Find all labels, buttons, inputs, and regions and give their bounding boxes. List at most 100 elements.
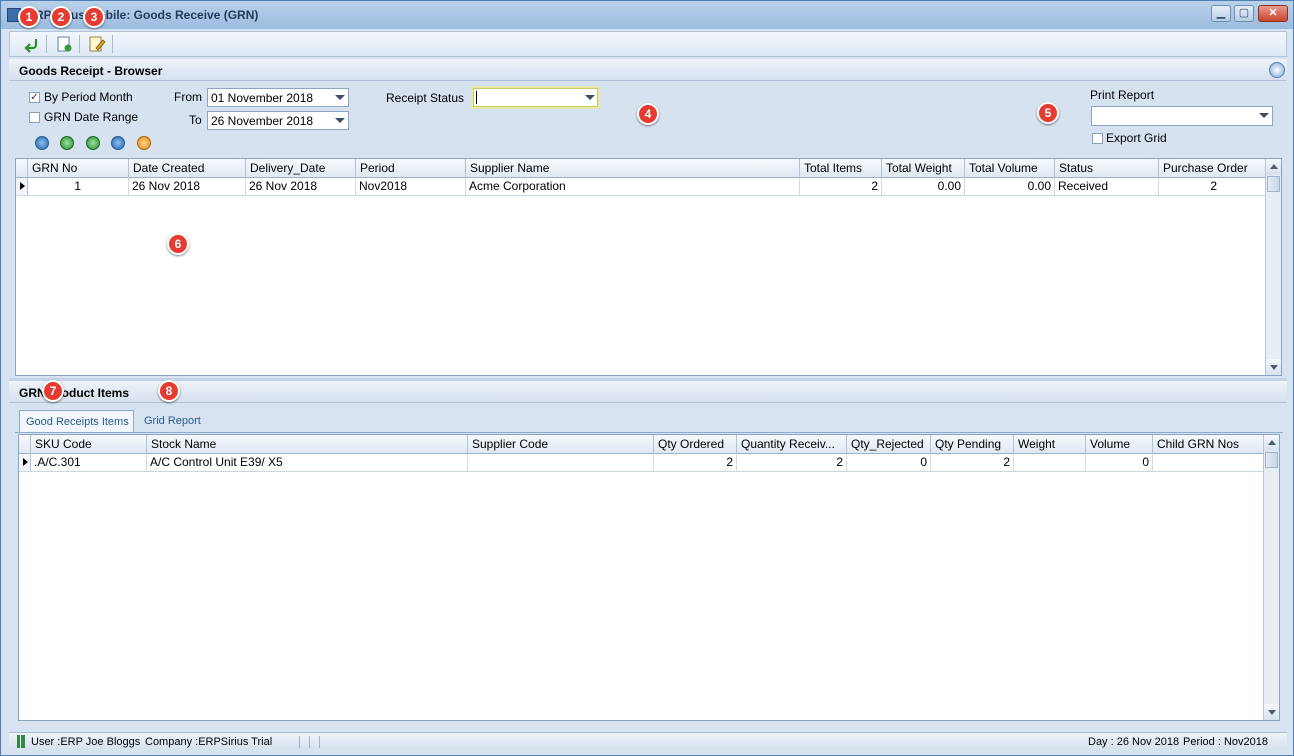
by-period-month-checkbox[interactable]: ✓ [29, 92, 40, 103]
grn-date-range-label: GRN Date Range [44, 110, 139, 124]
grn-grid[interactable]: GRN No Date Created Delivery_Date Period… [15, 158, 1282, 376]
row-indicator-icon [19, 454, 31, 471]
col-date-created[interactable]: Date Created [129, 159, 246, 178]
cell-qty-pending[interactable]: 2 [931, 454, 1014, 471]
edit-document-button[interactable] [87, 35, 107, 53]
row-indicator-icon [16, 178, 28, 195]
cell-status[interactable]: Received [1055, 178, 1159, 195]
scroll-thumb[interactable] [1267, 176, 1280, 192]
toolbar-separator [79, 35, 80, 53]
col-sku-code[interactable]: SKU Code [31, 435, 147, 454]
scroll-up-icon[interactable] [1266, 159, 1281, 175]
col-child-grn-nos[interactable]: Child GRN Nos [1153, 435, 1264, 454]
status-divider [319, 736, 320, 748]
last-record-icon[interactable] [111, 136, 125, 150]
collapse-icon[interactable] [1269, 62, 1285, 78]
col-qty-pending[interactable]: Qty Pending [931, 435, 1014, 454]
cell-child-grn-nos[interactable] [1153, 454, 1264, 471]
scroll-thumb[interactable] [1265, 452, 1278, 468]
from-date-combo[interactable]: 01 November 2018 [207, 88, 349, 107]
col-qty-rejected[interactable]: Qty_Rejected [847, 435, 931, 454]
col-stock-name[interactable]: Stock Name [147, 435, 468, 454]
export-grid-label: Export Grid [1106, 131, 1167, 145]
cell-total-weight[interactable]: 0.00 [882, 178, 965, 195]
cell-delivery-date[interactable]: 26 Nov 2018 [246, 178, 356, 195]
items-tabs: Good Receipts Items Grid Report [15, 408, 1285, 432]
col-qty-ordered[interactable]: Qty Ordered [654, 435, 737, 454]
col-total-weight[interactable]: Total Weight [882, 159, 965, 178]
cell-weight[interactable] [1014, 454, 1086, 471]
cell-period[interactable]: Nov2018 [356, 178, 466, 195]
row-indicator-header [19, 435, 31, 454]
print-report-combo[interactable] [1091, 106, 1273, 126]
grn-date-range-checkbox[interactable] [29, 112, 40, 123]
cell-purchase-order[interactable]: 2 [1159, 178, 1266, 195]
text-cursor [476, 91, 477, 104]
col-supplier-code[interactable]: Supplier Code [468, 435, 654, 454]
col-grn-no[interactable]: GRN No [28, 159, 129, 178]
cell-date-created[interactable]: 26 Nov 2018 [129, 178, 246, 195]
col-volume[interactable]: Volume [1086, 435, 1153, 454]
cell-quantity-received[interactable]: 2 [737, 454, 847, 471]
cell-total-items[interactable]: 2 [800, 178, 882, 195]
close-button[interactable]: ✕ [1258, 5, 1288, 22]
cell-qty-rejected[interactable]: 0 [847, 454, 931, 471]
chevron-down-icon [585, 95, 595, 100]
col-weight[interactable]: Weight [1014, 435, 1086, 454]
receipt-status-label: Receipt Status [386, 91, 465, 105]
minimize-button[interactable]: ▁ [1211, 5, 1231, 22]
tab-grid-report[interactable]: Grid Report [138, 410, 207, 432]
callout-badge-6: 6 [167, 233, 189, 255]
tab-divider [15, 432, 1283, 433]
cell-volume[interactable]: 0 [1086, 454, 1153, 471]
cell-stock-name[interactable]: A/C Control Unit E39/ X5 [147, 454, 468, 471]
maximize-button[interactable]: ▢ [1234, 5, 1254, 22]
items-grid[interactable]: SKU Code Stock Name Supplier Code Qty Or… [18, 434, 1280, 721]
items-grid-scrollbar[interactable] [1263, 435, 1279, 720]
first-record-icon[interactable] [35, 136, 49, 150]
col-delivery-date[interactable]: Delivery_Date [246, 159, 356, 178]
scroll-down-icon[interactable] [1264, 704, 1279, 720]
col-total-volume[interactable]: Total Volume [965, 159, 1055, 178]
col-status[interactable]: Status [1055, 159, 1159, 178]
chevron-down-icon [1259, 113, 1269, 118]
cell-grn-no[interactable]: 1 [28, 178, 129, 195]
chevron-down-icon [335, 118, 345, 123]
col-quantity-received[interactable]: Quantity Receiv... [737, 435, 847, 454]
callout-badge-5: 5 [1037, 102, 1059, 124]
to-date-combo[interactable]: 26 November 2018 [207, 111, 349, 130]
new-document-button[interactable] [54, 35, 74, 53]
col-purchase-order[interactable]: Purchase Order [1159, 159, 1266, 178]
from-label: From [174, 90, 202, 104]
title-bar[interactable]: ERPSirius Mobile: Goods Receive (GRN) ▁ … [1, 1, 1293, 29]
receipt-status-combo[interactable] [471, 86, 600, 109]
table-row[interactable]: 1 26 Nov 2018 26 Nov 2018 Nov2018 Acme C… [16, 178, 1266, 196]
cell-supplier-name[interactable]: Acme Corporation [466, 178, 800, 195]
status-user: User :ERP Joe Bloggs [31, 736, 141, 748]
scroll-down-icon[interactable] [1266, 359, 1281, 375]
status-company: Company :ERPSirius Trial [145, 736, 273, 748]
table-row[interactable]: .A/C.301 A/C Control Unit E39/ X5 2 2 0 … [19, 454, 1264, 472]
chevron-down-icon [335, 95, 345, 100]
cell-qty-ordered[interactable]: 2 [654, 454, 737, 471]
cell-total-volume[interactable]: 0.00 [965, 178, 1055, 195]
back-arrow-icon [24, 39, 38, 53]
tab-good-receipts-items[interactable]: Good Receipts Items [19, 410, 134, 432]
back-button[interactable] [22, 35, 42, 53]
cell-supplier-code[interactable] [468, 454, 654, 471]
callout-badge-7: 7 [42, 380, 64, 402]
export-grid-checkbox[interactable] [1092, 133, 1103, 144]
refresh-icon[interactable] [137, 136, 151, 150]
previous-record-icon[interactable] [60, 136, 74, 150]
col-period[interactable]: Period [356, 159, 466, 178]
grn-grid-scrollbar[interactable] [1265, 159, 1281, 375]
col-total-items[interactable]: Total Items [800, 159, 882, 178]
next-record-icon[interactable] [86, 136, 100, 150]
scroll-up-icon[interactable] [1264, 435, 1279, 451]
to-date-value: 26 November 2018 [211, 114, 314, 128]
status-day: Day : 26 Nov 2018 [1088, 736, 1180, 748]
col-supplier-name[interactable]: Supplier Name [466, 159, 800, 178]
cell-sku-code[interactable]: .A/C.301 [31, 454, 147, 471]
status-icon [17, 735, 25, 748]
status-period: Period : Nov2018 [1183, 736, 1268, 748]
